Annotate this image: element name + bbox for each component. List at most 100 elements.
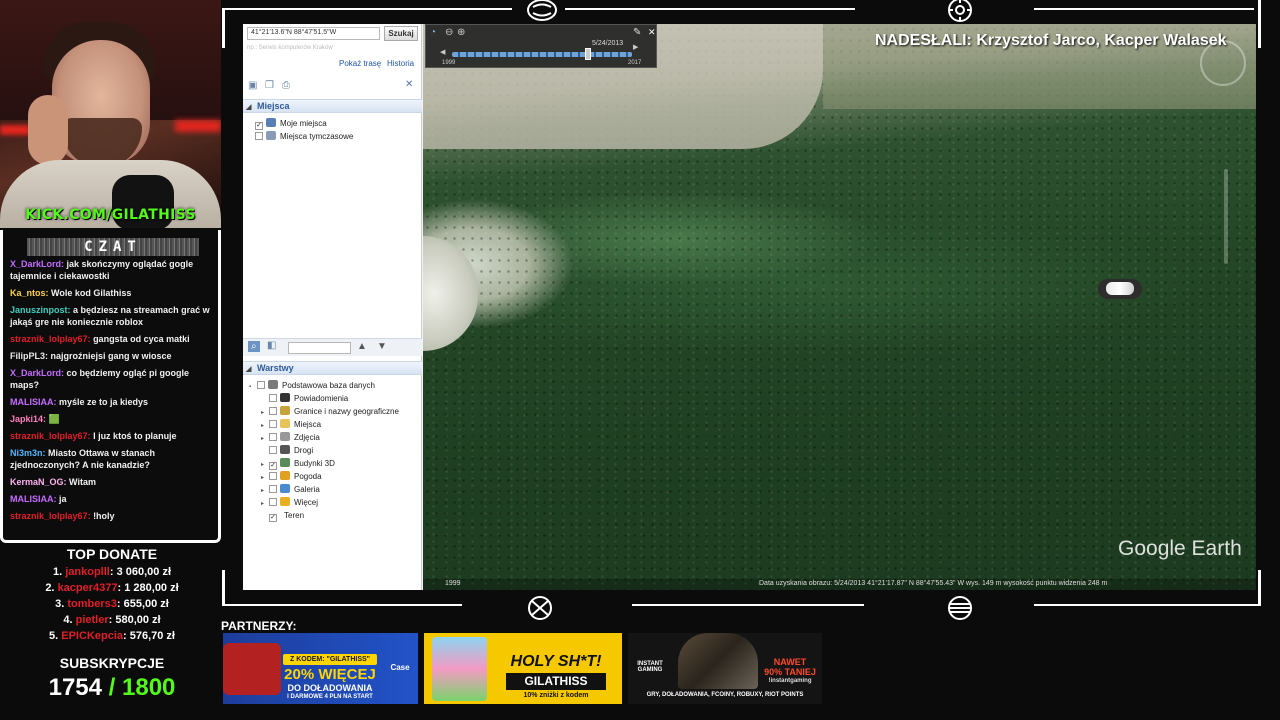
chat-username[interactable]: MALISIAA: xyxy=(10,494,57,504)
layer-item[interactable]: Powiadomienia xyxy=(261,393,348,403)
checkbox[interactable] xyxy=(269,394,277,402)
chat-username[interactable]: X_DarkLord: xyxy=(10,368,64,378)
navigation-control[interactable] xyxy=(1200,40,1246,86)
banner-instant-gaming[interactable]: INSTANT GAMING NAWET 90% TANIEJ !instant… xyxy=(628,633,822,704)
checkbox[interactable] xyxy=(269,446,277,454)
expand-icon[interactable]: ▸ xyxy=(261,409,269,416)
up-arrow-icon[interactable]: ▲ xyxy=(357,341,367,352)
history-link[interactable]: Historia xyxy=(387,59,414,68)
expand-icon[interactable]: ▸ xyxy=(261,474,269,481)
kick-url-label: KICK.COM/GILATHISS xyxy=(25,207,196,223)
checkbox[interactable] xyxy=(269,420,277,428)
banner-handle: !instantgaming xyxy=(768,678,812,684)
banner-brand: INSTANT GAMING xyxy=(637,661,663,673)
close-icon[interactable]: ✕ xyxy=(648,27,656,38)
satellite-map[interactable]: ◔ ⊖ ⊕ ✎ ✕ ◀ ▶ 5/24/2013 1999 2017 NADESŁ… xyxy=(423,24,1256,590)
layer-search-input[interactable] xyxy=(288,342,351,354)
checkbox[interactable] xyxy=(269,485,277,493)
car-in-water xyxy=(1098,279,1142,299)
zoom-out-icon[interactable]: ⊖ xyxy=(445,27,453,38)
layer-item[interactable]: ▸ Granice i nazwy geograficzne xyxy=(261,406,399,416)
checkbox[interactable]: ✓ xyxy=(269,514,277,522)
chat-username[interactable]: straznik_lolplay67: xyxy=(10,334,91,344)
chat-username[interactable]: Ni3m3n: xyxy=(10,448,46,458)
donation-amount: : 1 280,00 zł xyxy=(117,582,179,594)
layer-item[interactable]: Drogi xyxy=(261,445,313,455)
chat-text: Witam xyxy=(69,477,96,487)
places-icon xyxy=(266,118,276,127)
close-panel-icon[interactable]: ✕ xyxy=(405,79,413,90)
layer-icon xyxy=(280,393,290,402)
time-slider-handle[interactable] xyxy=(585,48,591,60)
chat-username[interactable]: X_DarkLord: xyxy=(10,259,64,269)
expand-icon[interactable]: ▸ xyxy=(261,487,269,494)
chat-username[interactable]: Januszinpost: xyxy=(10,305,71,315)
add-folder-icon[interactable]: ▣ xyxy=(248,80,257,91)
checkbox[interactable] xyxy=(269,498,277,506)
search-input[interactable]: 41°21'13.6"N 88°47'51.5"W xyxy=(247,27,380,40)
copy-icon[interactable]: ❐ xyxy=(265,80,274,91)
banner-big: 20% WIĘCEJ xyxy=(284,666,376,683)
chat-username[interactable]: Ka_ntos: xyxy=(10,288,49,298)
expand-icon[interactable]: ▸ xyxy=(261,500,269,507)
places-header[interactable]: ◢ Miejsca xyxy=(243,99,422,113)
prev-icon[interactable]: ◀ xyxy=(440,48,445,56)
layer-icon xyxy=(280,497,290,506)
layer-item[interactable]: ▸ ✓ Budynki 3D xyxy=(261,458,335,470)
layer-item[interactable]: ▸ Miejsca xyxy=(261,419,321,429)
chat-username[interactable]: KermaN_OG: xyxy=(10,477,67,487)
show-route-link[interactable]: Pokaż trasę xyxy=(339,59,381,68)
banner-code: GILATHISS xyxy=(506,673,606,690)
checkbox[interactable] xyxy=(269,407,277,415)
checkbox[interactable]: ✓ xyxy=(255,122,263,130)
expand-icon[interactable]: ▪ xyxy=(249,384,257,390)
wrench-icon[interactable]: ✎ xyxy=(633,27,641,38)
search-layers-icon[interactable]: ⌕ xyxy=(248,341,260,352)
layer-item[interactable]: ✓ Teren xyxy=(261,510,304,522)
webcam-feed xyxy=(0,0,221,228)
layer-item[interactable]: ▸ Pogoda xyxy=(261,471,322,481)
banner-holy[interactable]: HOLY SH*T! GILATHISS 10% zniżki z kodem xyxy=(424,633,622,704)
layer-item[interactable]: ▸ Zdjęcia xyxy=(261,432,320,442)
tree-item-temp-places[interactable]: Miejsca tymczasowe xyxy=(255,131,353,141)
chat-username[interactable]: Japki14: xyxy=(10,414,46,424)
expand-icon[interactable]: ▸ xyxy=(261,461,269,468)
time-track[interactable] xyxy=(452,52,632,57)
checkbox[interactable] xyxy=(269,472,277,480)
chat-username[interactable]: FilipPL3: xyxy=(10,351,48,361)
chat-message: Ni3m3n: Miasto Ottawa w stanach zjednocz… xyxy=(10,447,214,471)
map-title: NADESŁALI: Krzysztof Jarco, Kacper Walas… xyxy=(875,32,1227,49)
layer-item[interactable]: ▸ Galeria xyxy=(261,484,320,494)
panel-icon[interactable]: ◧ xyxy=(267,340,276,351)
banner-case[interactable]: Z KODEM: "GILATHISS" 20% WIĘCEJ DO DOŁAD… xyxy=(223,633,418,704)
checkbox[interactable] xyxy=(257,381,265,389)
chat-username[interactable]: straznik_lolplay67: xyxy=(10,511,91,521)
tree-item-my-places[interactable]: ✓ Moje miejsca xyxy=(255,118,327,130)
checkbox[interactable]: ✓ xyxy=(269,462,277,470)
layers-header[interactable]: ◢ Warstwy xyxy=(243,361,422,375)
layer-label: Więcej xyxy=(294,498,319,507)
expand-icon[interactable]: ▸ xyxy=(261,435,269,442)
donation-name: jankoplll xyxy=(65,566,110,578)
layer-item[interactable]: ▸ Więcej xyxy=(261,497,318,507)
chat-text: I juz ktoś to planuje xyxy=(93,431,177,441)
checkbox[interactable] xyxy=(255,132,263,140)
donation-rank: 3. xyxy=(55,598,65,610)
layer-label: Budynki 3D xyxy=(294,459,335,468)
checkbox[interactable] xyxy=(269,433,277,441)
expand-icon[interactable]: ▸ xyxy=(261,422,269,429)
zoom-in-icon[interactable]: ⊕ xyxy=(457,27,465,38)
chat-username[interactable]: MALISIAA: xyxy=(10,397,57,407)
down-arrow-icon[interactable]: ▼ xyxy=(377,341,387,352)
clock-icon[interactable]: ◔ xyxy=(430,27,436,38)
zoom-slider[interactable] xyxy=(1224,169,1228,264)
chat-message: straznik_lolplay67: gangsta od cyca matk… xyxy=(10,333,214,345)
layer-item[interactable]: ▪ Podstawowa baza danych xyxy=(249,380,375,390)
search-button[interactable]: Szukaj xyxy=(384,26,418,41)
next-icon[interactable]: ▶ xyxy=(633,43,638,51)
layer-icon xyxy=(280,484,290,493)
layer-icon xyxy=(280,419,290,428)
layer-label: Zdjęcia xyxy=(294,433,320,442)
print-icon[interactable]: ⎙ xyxy=(282,80,290,91)
chat-username[interactable]: straznik_lolplay67: xyxy=(10,431,91,441)
